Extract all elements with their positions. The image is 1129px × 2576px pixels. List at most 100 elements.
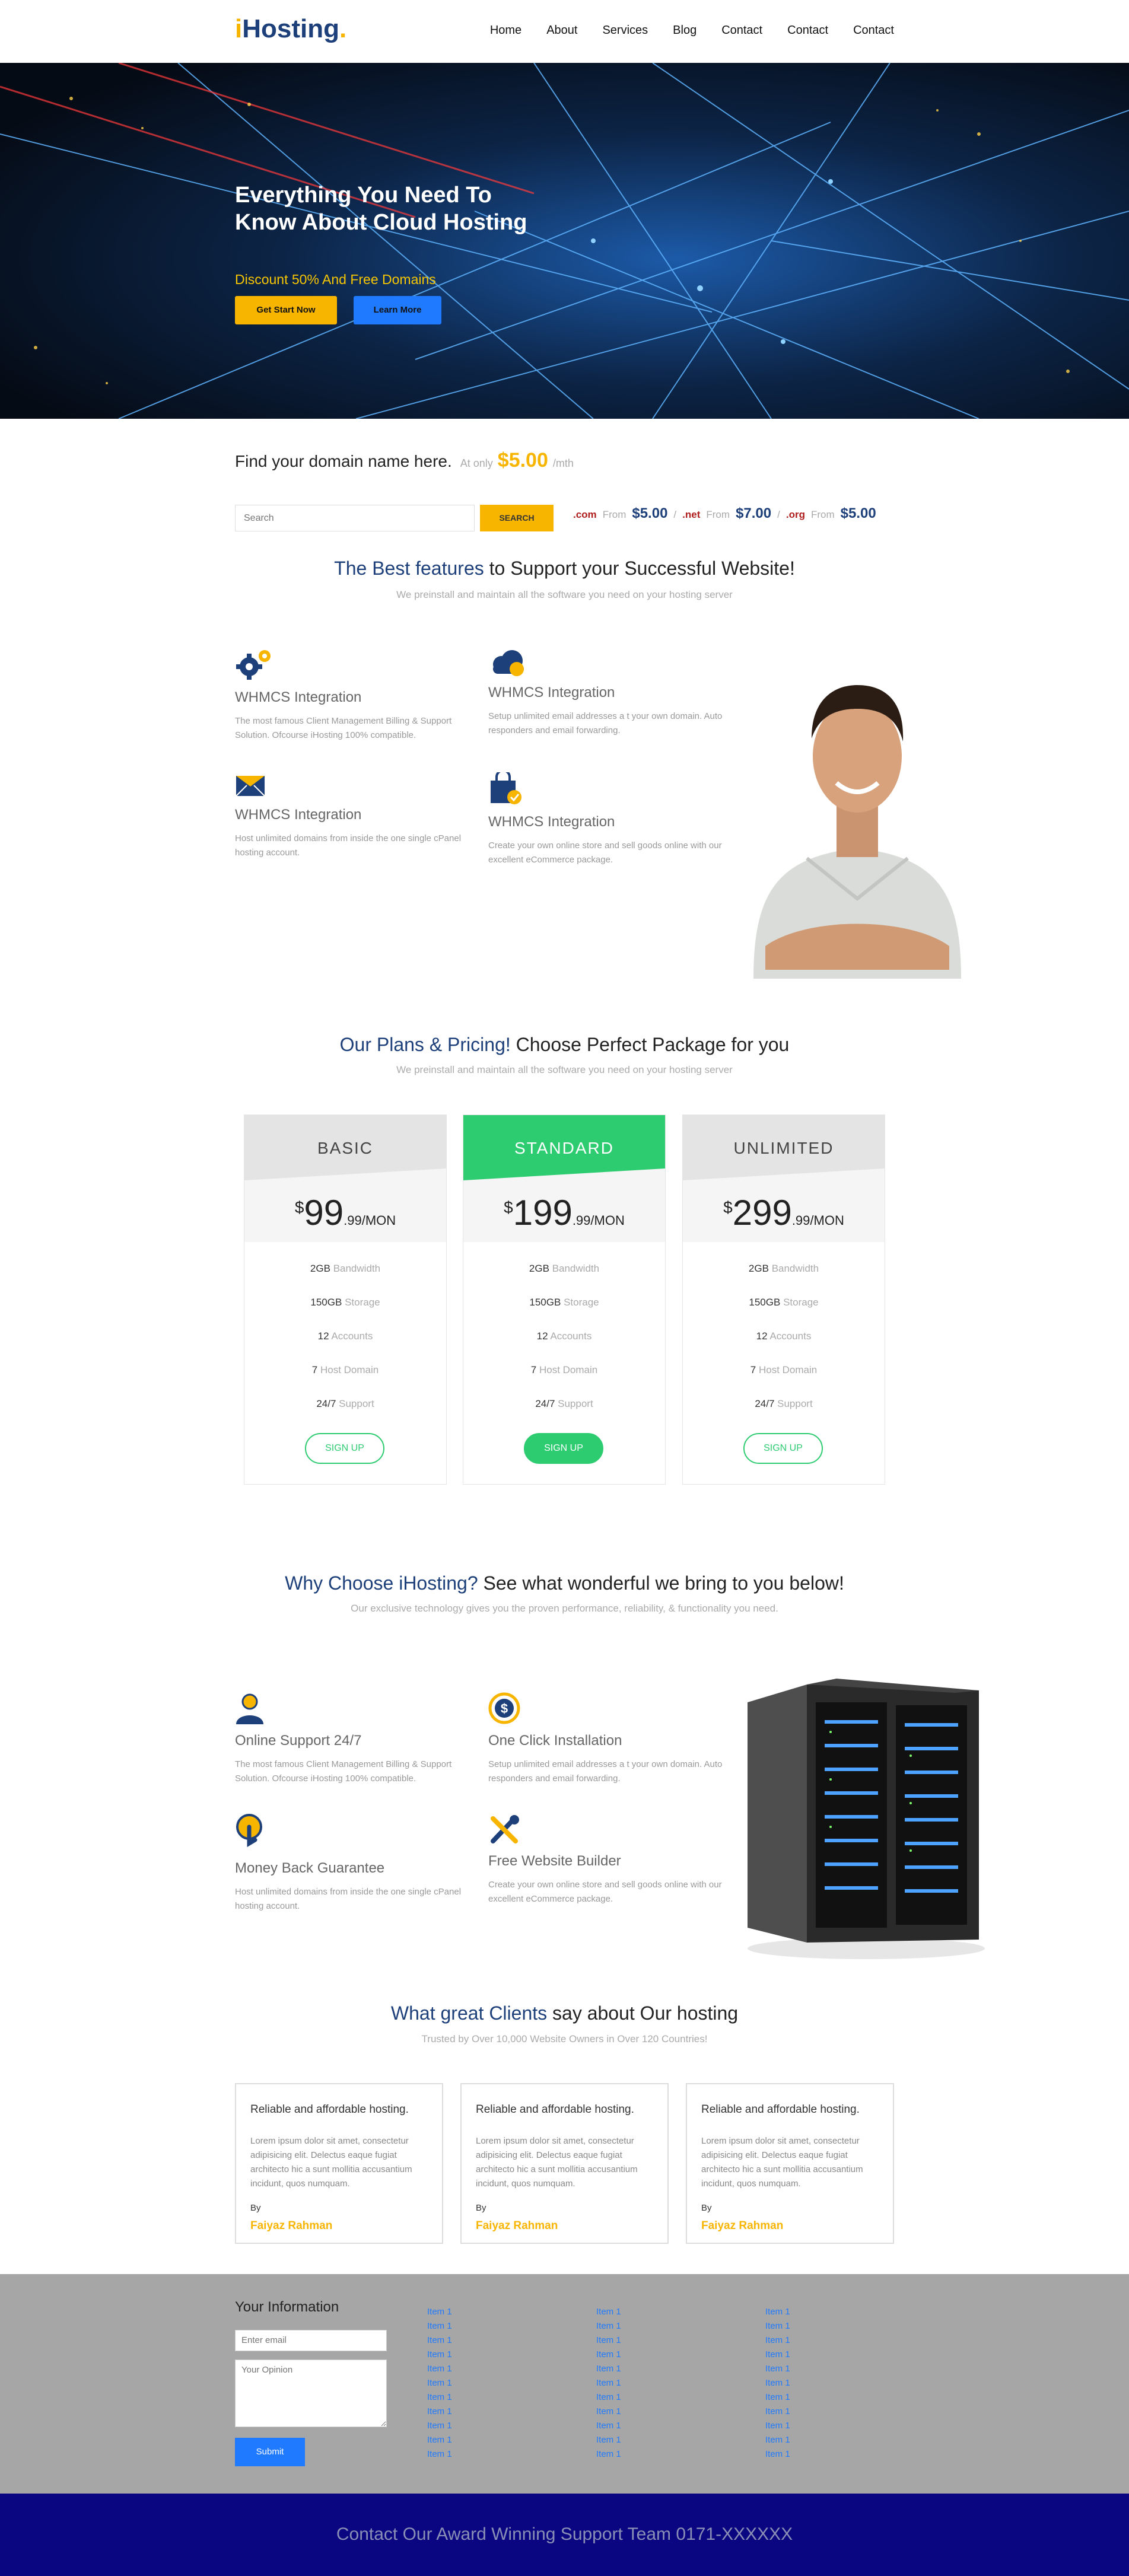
contact-bar-text: Contact Our Award Winning Support Team 0… [336, 2524, 793, 2544]
plan-feature-value: 12 [536, 1330, 548, 1342]
footer-link[interactable]: Item 1 [427, 2376, 452, 2390]
learn-more-button[interactable]: Learn More [354, 296, 441, 324]
plan-card-basic: BASIC $99.99/MON 2GB Bandwidth 150GB Sto… [244, 1115, 447, 1485]
footer-link[interactable]: Item 1 [765, 2390, 790, 2405]
footer-link[interactable]: Item 1 [596, 2319, 621, 2333]
footer-link[interactable]: Item 1 [596, 2447, 621, 2462]
testimonial-title: Reliable and affordable hosting. [701, 2103, 860, 2116]
footer-link[interactable]: Item 1 [427, 2433, 452, 2447]
plan-card-unlimited: UNLIMITED $299.99/MON 2GB Bandwidth 150G… [682, 1115, 885, 1485]
plan-feature-label: Host Domain [320, 1364, 379, 1375]
footer-link[interactable]: Item 1 [596, 2419, 621, 2433]
domain-price: $5.00 [497, 449, 548, 472]
plan-feature: 7 Host Domain [683, 1364, 885, 1376]
why-title: Online Support 24/7 [235, 1733, 362, 1749]
contact-bar: Contact Our Award Winning Support Team 0… [0, 2494, 1129, 2576]
nav-contact-3[interactable]: Contact [853, 24, 894, 37]
why-desc: Create your own online store and sell go… [488, 1880, 722, 1904]
footer-link[interactable]: Item 1 [427, 2447, 452, 2462]
plan-head: UNLIMITED $299.99/MON [683, 1115, 885, 1242]
plan-price: $199.99/MON [463, 1192, 665, 1233]
feature-title: WHMCS Integration [235, 807, 362, 823]
signup-button[interactable]: SIGN UP [743, 1433, 823, 1464]
submit-button[interactable]: Submit [235, 2438, 305, 2466]
footer-link[interactable]: Item 1 [427, 2333, 452, 2348]
gears-icon [236, 650, 271, 680]
why-title: Money Back Guarantee [235, 1860, 385, 1876]
testimonial-author: Faiyaz Rahman [250, 2220, 333, 2232]
footer-link[interactable]: Item 1 [427, 2319, 452, 2333]
plan-feature-label: Storage [345, 1297, 380, 1308]
smiling-man-photo [742, 638, 973, 979]
testimonial-card: Reliable and affordable hosting. Lorem i… [686, 2083, 894, 2244]
tld-prices: .com From $5.00 / .net From $7.00 / .org… [573, 505, 876, 522]
footer-link[interactable]: Item 1 [596, 2348, 621, 2362]
plan-amount: 99 [304, 1193, 344, 1233]
plan-feature: 7 Host Domain [244, 1364, 446, 1376]
plan-feature-label: Bandwidth [333, 1263, 381, 1274]
get-started-button[interactable]: Get Start Now [235, 296, 337, 324]
nav-contact[interactable]: Contact [721, 24, 762, 37]
plan-name: UNLIMITED [733, 1139, 834, 1157]
footer-link[interactable]: Item 1 [427, 2390, 452, 2405]
footer-link[interactable]: Item 1 [427, 2362, 452, 2376]
footer-link[interactable]: Item 1 [596, 2405, 621, 2419]
why-item: $ One Click Installation Setup unlimited… [488, 1692, 726, 1793]
logo[interactable]: iHosting. [235, 14, 346, 44]
testimonial-body: Lorem ipsum dolor sit amet, consectetur … [701, 2136, 863, 2189]
footer-link[interactable]: Item 1 [765, 2305, 790, 2319]
testimonial-by: By [250, 2203, 261, 2213]
footer-link[interactable]: Item 1 [765, 2419, 790, 2433]
testimonial-author: Faiyaz Rahman [701, 2220, 784, 2232]
footer-link[interactable]: Item 1 [427, 2419, 452, 2433]
nav-home[interactable]: Home [490, 24, 521, 37]
footer-link[interactable]: Item 1 [765, 2348, 790, 2362]
plan-feature-value: 2GB [529, 1263, 549, 1274]
signup-button[interactable]: SIGN UP [305, 1433, 384, 1464]
footer-link[interactable]: Item 1 [765, 2447, 790, 2462]
feature-title: WHMCS Integration [488, 684, 615, 700]
plan-feature: 7 Host Domain [463, 1364, 665, 1376]
footer-link[interactable]: Item 1 [596, 2390, 621, 2405]
plan-feature-label: Storage [564, 1297, 599, 1308]
features-heading: The Best features to Support your Succes… [0, 558, 1129, 579]
plan-head: STANDARD $199.99/MON [463, 1115, 665, 1242]
footer-link[interactable]: Item 1 [765, 2333, 790, 2348]
nav-contact-2[interactable]: Contact [787, 24, 828, 37]
footer-link[interactable]: Item 1 [596, 2433, 621, 2447]
signup-button[interactable]: SIGN UP [524, 1433, 603, 1464]
footer-link[interactable]: Item 1 [765, 2362, 790, 2376]
domain-at-only: At only [460, 457, 493, 469]
tld-sep: / [777, 509, 780, 520]
feature-item: WHMCS Integration Setup unlimited email … [488, 648, 726, 749]
footer-link[interactable]: Item 1 [427, 2348, 452, 2362]
footer-link[interactable]: Item 1 [765, 2376, 790, 2390]
footer-link[interactable]: Item 1 [765, 2319, 790, 2333]
testimonials-subheading: Trusted by Over 10,000 Website Owners in… [421, 2033, 708, 2045]
email-field[interactable] [235, 2330, 387, 2351]
footer-link[interactable]: Item 1 [596, 2305, 621, 2319]
nav-blog[interactable]: Blog [673, 24, 697, 37]
footer-link[interactable]: Item 1 [596, 2376, 621, 2390]
nav-about[interactable]: About [546, 24, 577, 37]
footer-link[interactable]: Item 1 [427, 2405, 452, 2419]
domain-search-input[interactable] [235, 505, 475, 531]
feature-desc: Host unlimited domains from inside the o… [235, 833, 462, 858]
logo-dot: . [339, 14, 347, 43]
shopping-bag-icon [491, 772, 521, 804]
nav-services[interactable]: Services [602, 24, 648, 37]
site-header: iHosting. Home About Services Blog Conta… [0, 0, 1129, 63]
domain-search-button[interactable]: SEARCH [480, 505, 554, 531]
footer-link[interactable]: Item 1 [427, 2305, 452, 2319]
server-rack-image [742, 1679, 985, 1960]
footer-link[interactable]: Item 1 [596, 2333, 621, 2348]
opinion-field[interactable] [235, 2360, 387, 2427]
footer-link[interactable]: Item 1 [596, 2362, 621, 2376]
footer-link[interactable]: Item 1 [765, 2433, 790, 2447]
plan-feature: 150GB Storage [463, 1297, 665, 1308]
plan-feature-label: Bandwidth [552, 1263, 600, 1274]
footer-link[interactable]: Item 1 [765, 2405, 790, 2419]
plan-currency: $ [723, 1198, 733, 1217]
support-person-icon [236, 1693, 263, 1724]
tld-sep: / [673, 509, 677, 520]
